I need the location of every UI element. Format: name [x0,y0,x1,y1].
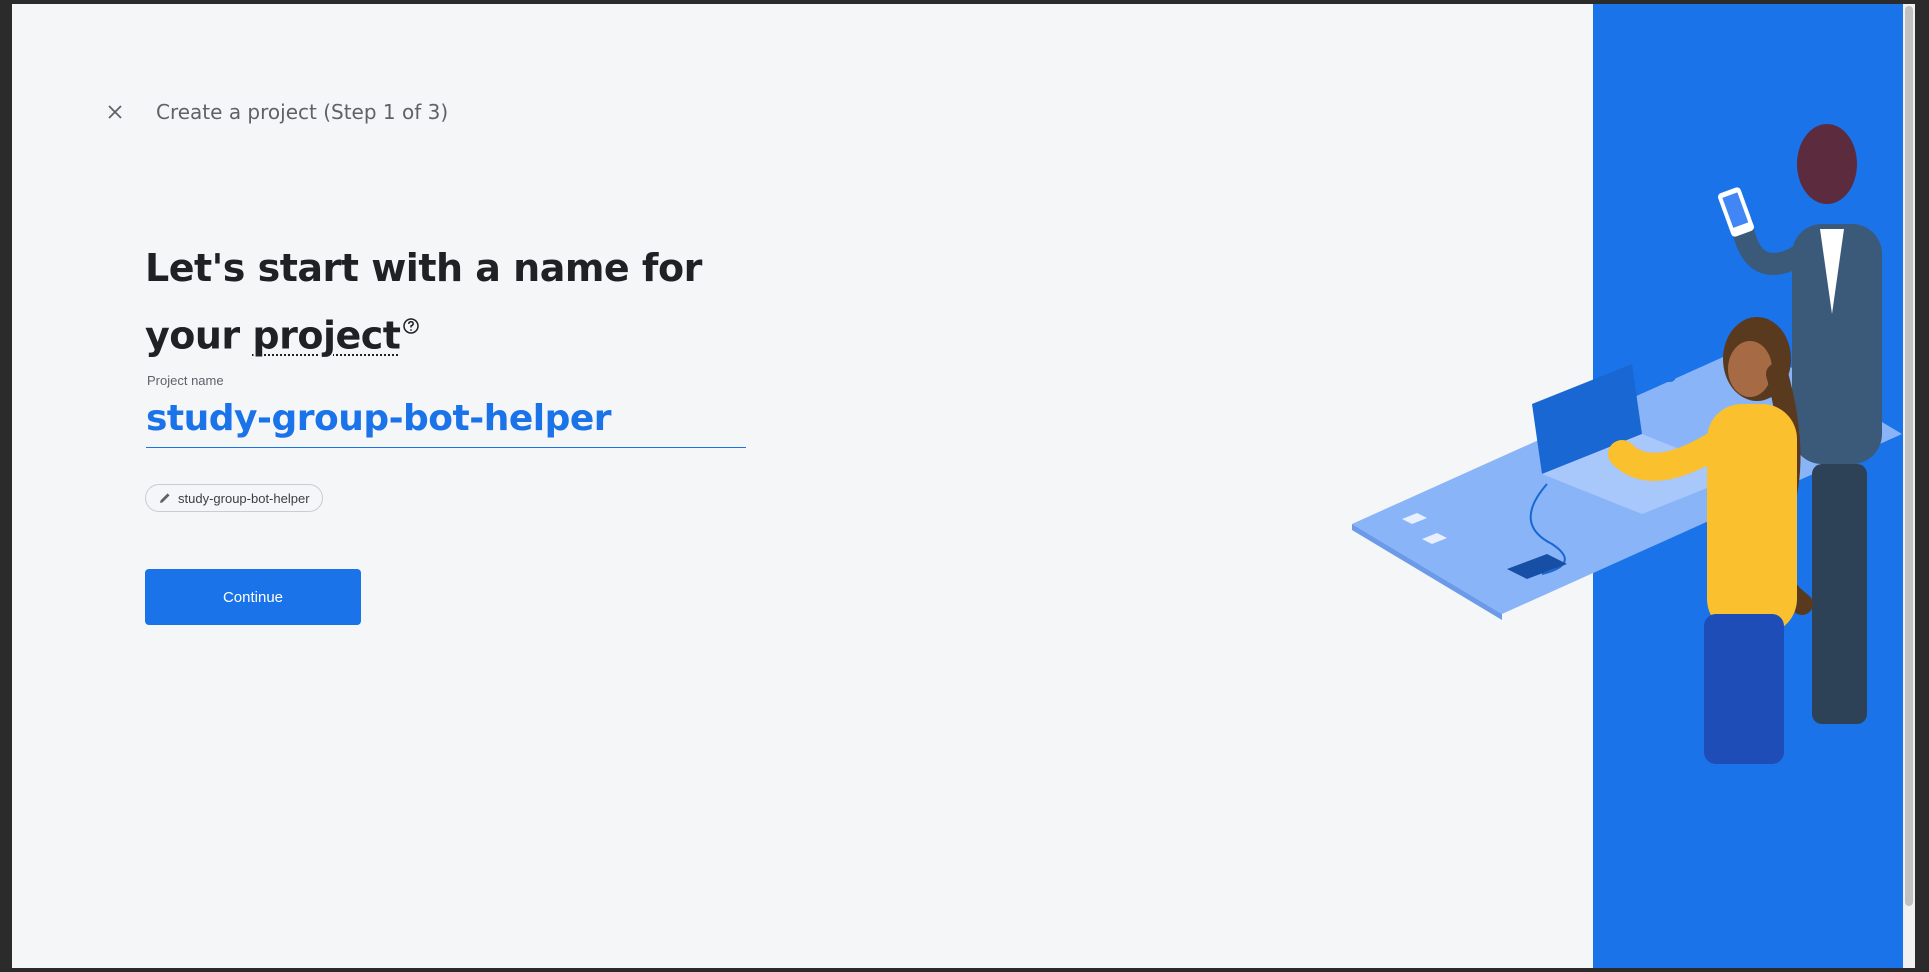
project-id-text: study-group-bot-helper [178,490,310,506]
project-name-input[interactable] [146,394,746,448]
heading-line-2-prefix: your [145,313,240,358]
step-title: Create a project (Step 1 of 3) [156,100,449,124]
help-icon[interactable] [402,295,420,349]
project-term-link[interactable]: project [252,314,401,358]
team-illustration [1352,124,1902,764]
scrollbar[interactable] [1903,4,1915,968]
close-icon [108,105,122,119]
scrollbar-thumb[interactable] [1905,6,1913,906]
project-name-label: Project name [147,373,224,388]
continue-button[interactable]: Continue [145,569,361,625]
project-id-chip[interactable]: study-group-bot-helper [145,484,323,512]
close-button[interactable] [100,97,130,127]
page-heading: Let's start with a name for your project [145,241,745,363]
create-project-page: Create a project (Step 1 of 3) Let's sta… [12,4,1915,968]
top-bar: Create a project (Step 1 of 3) [100,97,448,127]
project-name-field: Project name [146,373,746,448]
pencil-icon [160,493,170,503]
heading-line-1: Let's start with a name for [145,246,702,290]
